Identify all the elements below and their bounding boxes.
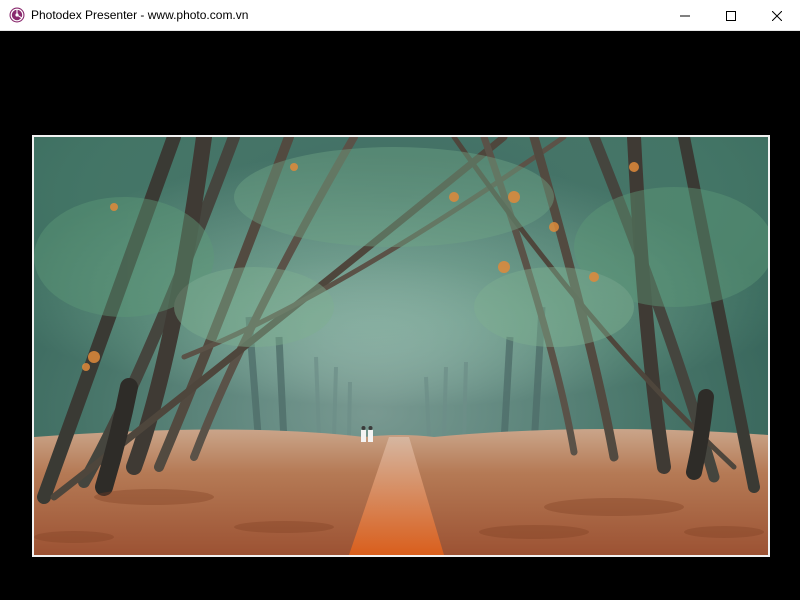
minimize-icon [680,15,690,16]
window-caption-buttons [662,0,800,31]
maximize-icon [726,10,736,21]
close-button[interactable] [754,0,800,31]
close-icon [772,10,782,21]
presentation-viewer [0,31,800,600]
minimize-button[interactable] [662,0,708,31]
tree-tunnel-photo [34,137,768,555]
slide-photo [32,135,770,557]
photodex-logo-icon [9,7,25,23]
window-title: Photodex Presenter - www.photo.com.vn [31,8,249,22]
window-titlebar: Photodex Presenter - www.photo.com.vn [0,0,800,31]
maximize-button[interactable] [708,0,754,31]
